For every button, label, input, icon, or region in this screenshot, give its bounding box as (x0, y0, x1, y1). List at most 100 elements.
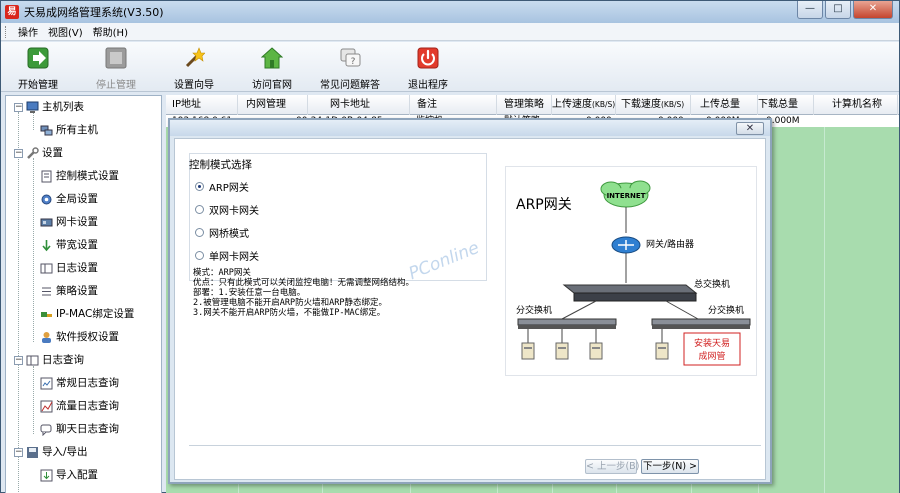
tree-item-all-hosts[interactable]: 所有主机 (6, 119, 161, 142)
binding-icon (41, 312, 52, 317)
tree-label: 策略设置 (56, 285, 98, 297)
col-ip[interactable]: IP地址 (172, 95, 238, 115)
radio-icon (195, 250, 204, 260)
dialog-close-button[interactable]: ✕ (736, 122, 764, 135)
menu-operate[interactable]: 操作 (18, 24, 38, 39)
control-mode-dialog: ✕ 控制模式选择 ARP网关 双网卡网关 网桥模式 单网卡网关 模式：ARP网关 (168, 118, 772, 484)
start-manage-icon (27, 47, 49, 69)
collapse-icon[interactable]: − (14, 448, 23, 457)
col-intranet[interactable]: 内网管理 (246, 95, 308, 115)
tree-label: 日志设置 (56, 262, 98, 274)
col-download-speed[interactable]: 下载速度(KB/S) (621, 95, 691, 115)
maximize-button[interactable]: □ (825, 1, 851, 19)
setup-wizard-icon (185, 47, 206, 68)
radio-arp-gateway[interactable]: ARP网关 (195, 179, 249, 194)
collapse-icon[interactable]: − (14, 103, 23, 112)
menu-help[interactable]: 帮助(H) (93, 24, 128, 39)
tree-item-log-query[interactable]: − 日志查询 (6, 349, 161, 372)
speed-unit: (KB/S) (661, 100, 685, 109)
disk-icon (27, 447, 38, 458)
col-upload-speed-label: 上传速度 (552, 99, 592, 110)
window-controls: — □ ✕ (795, 1, 893, 19)
tree-item-host-list[interactable]: − 主机列表 (6, 96, 161, 119)
col-download-speed-label: 下载速度 (621, 99, 661, 110)
tree-item-global[interactable]: 全局设置 (6, 188, 161, 211)
grid-header: IP地址 内网管理 网卡地址 备注 管理策略 上传速度(KB/S) 下载速度(K… (166, 95, 899, 115)
diagram-title: ARP网关 (516, 197, 572, 213)
tree-item-nic[interactable]: 网卡设置 (6, 211, 161, 234)
tree-item-license[interactable]: 软件授权设置 (6, 326, 161, 349)
radio-bridge-mode[interactable]: 网桥模式 (195, 225, 249, 240)
radio-single-nic-gateway[interactable]: 单网卡网关 (195, 248, 259, 263)
app-logo-icon: 易 (5, 5, 19, 19)
title-bar: 易 天易成网络管理系统(V3.50) — □ ✕ (1, 1, 899, 23)
radio-label: 单网卡网关 (209, 251, 259, 263)
col-upload-speed[interactable]: 上传速度(KB/S) (552, 95, 616, 115)
menu-view[interactable]: 视图(V) (48, 24, 83, 39)
tree-item-policy[interactable]: 策略设置 (6, 280, 161, 303)
prev-step-button[interactable]: < 上一步(B) (585, 459, 639, 474)
tree-item-import-export[interactable]: − 导入/导出 (6, 441, 161, 464)
start-manage-button[interactable]: 开始管理 (3, 47, 73, 91)
import-icon (40, 469, 53, 482)
tree-label: 流量日志查询 (56, 400, 119, 412)
tree-item-log-settings[interactable]: 日志设置 (6, 257, 161, 280)
pc-tower-icon (521, 342, 535, 360)
tree-label: 所有主机 (56, 124, 98, 136)
stop-manage-button[interactable]: 停止管理 (81, 47, 151, 91)
sub-switch-left-icon (517, 318, 617, 329)
tree-label: 常规日志查询 (56, 377, 119, 389)
svg-text:?: ? (351, 57, 356, 67)
tree-label: 聊天日志查询 (56, 423, 119, 435)
close-button[interactable]: ✕ (853, 1, 893, 19)
tree-item-traffic-log[interactable]: 流量日志查询 (6, 395, 161, 418)
tree-label: 带宽设置 (56, 239, 98, 251)
report-icon (40, 377, 53, 390)
internet-label: INTERNET (607, 192, 646, 200)
faq-icon: ? (340, 48, 361, 67)
network-card-icon (40, 218, 53, 227)
faq-button[interactable]: ? 常见问题解答 (315, 47, 385, 91)
app-window: 易 天易成网络管理系统(V3.50) — □ ✕ 操作 视图(V) 帮助(H) … (0, 0, 900, 493)
nav-tree: − 主机列表 所有主机 − 设置 控制模式设置 全局设置 网卡设置 带宽设置 日… (5, 95, 162, 493)
network-diagram: ARP网关 INTERNET 网关/路由器 总交换机 分交换机 分交换机 安装天… (505, 166, 757, 376)
collapse-icon[interactable]: − (14, 149, 23, 158)
link-line (561, 300, 597, 320)
sub-switch-right-icon (651, 318, 751, 329)
visit-website-button[interactable]: 访问官网 (237, 47, 307, 91)
col-policy[interactable]: 管理策略 (504, 95, 552, 115)
tree-label: 全局设置 (56, 193, 98, 205)
col-mac[interactable]: 网卡地址 (330, 95, 410, 115)
setup-wizard-button[interactable]: 设置向导 (159, 47, 229, 91)
col-download-total[interactable]: 下载总量 (758, 95, 814, 115)
col-upload-total[interactable]: 上传总量 (700, 95, 758, 115)
minimize-button[interactable]: — (797, 1, 823, 19)
radio-dual-nic-gateway[interactable]: 双网卡网关 (195, 202, 259, 217)
tree-item-control-mode[interactable]: 控制模式设置 (6, 165, 161, 188)
pc-tower-icon (555, 342, 569, 360)
next-step-button[interactable]: 下一步(N) > (641, 459, 699, 474)
tree-item-import-config[interactable]: 导入配置 (6, 464, 161, 487)
tree-item-normal-log[interactable]: 常规日志查询 (6, 372, 161, 395)
tree-item-settings[interactable]: − 设置 (6, 142, 161, 165)
exit-button[interactable]: 退出程序 (393, 47, 463, 91)
radio-label: 网桥模式 (209, 228, 249, 240)
tree-item-bandwidth[interactable]: 带宽设置 (6, 234, 161, 257)
computer-icon (26, 101, 39, 113)
tree-item-ip-mac[interactable]: IP-MAC绑定设置 (6, 303, 161, 326)
tree-item-chat-log[interactable]: 聊天日志查询 (6, 418, 161, 441)
document-icon (41, 170, 52, 183)
col-note[interactable]: 备注 (417, 95, 497, 115)
visit-website-label: 访问官网 (252, 80, 292, 91)
dialog-title-bar: ✕ (170, 120, 770, 136)
home-icon (260, 47, 284, 69)
radio-selected-icon (195, 181, 204, 191)
tree-label: 设置 (42, 147, 63, 159)
collapse-icon[interactable]: − (14, 356, 23, 365)
stop-manage-label: 停止管理 (96, 80, 136, 91)
tree-label: 日志查询 (42, 354, 84, 366)
col-computer-name[interactable]: 计算机名称 (832, 95, 898, 115)
exit-icon (417, 47, 439, 69)
radio-label: 双网卡网关 (209, 205, 259, 217)
tree-label: 主机列表 (42, 101, 84, 113)
